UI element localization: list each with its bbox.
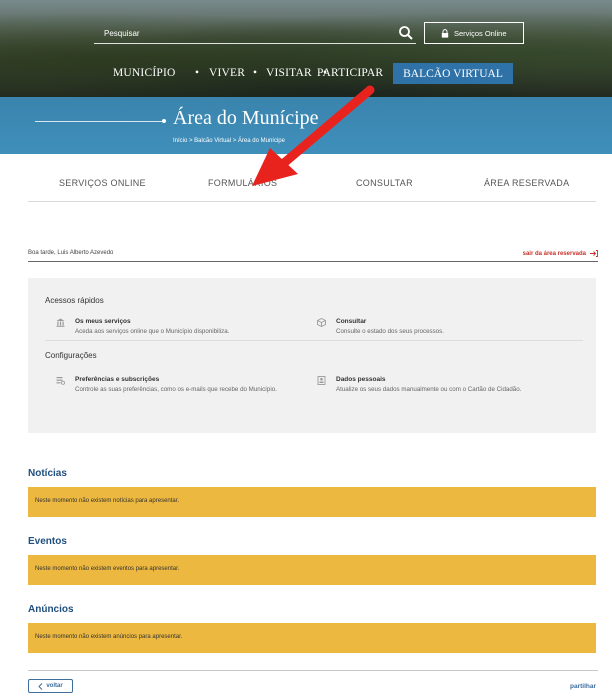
quick-link-desc: Consulte o estado dos seus processos. bbox=[336, 328, 445, 335]
quick-link-preferences[interactable]: Preferências e subscrições Controle as s… bbox=[56, 376, 291, 408]
user-bar: Boa tarde, Luis Alberto Azevedo sair da … bbox=[28, 246, 598, 262]
nav-separator: • bbox=[253, 67, 258, 79]
logout-link[interactable]: sair da área reservada bbox=[523, 250, 598, 257]
panel-divider bbox=[45, 340, 583, 341]
quick-link-title: Os meus serviços bbox=[75, 318, 131, 325]
main-nav: MUNICÍPIO • VIVER • VISITAR • PARTICIPAR… bbox=[0, 63, 612, 85]
settings-heading: Configurações bbox=[45, 351, 97, 360]
tab-servicos-online[interactable]: SERVIÇOS ONLINE bbox=[59, 178, 146, 188]
building-icon bbox=[56, 318, 65, 327]
chevron-left-icon bbox=[38, 682, 43, 690]
events-heading: Eventos bbox=[28, 536, 67, 547]
search-bar[interactable] bbox=[94, 24, 416, 44]
breadcrumb[interactable]: Início > Balcão Virtual > Área do Muníci… bbox=[173, 138, 285, 144]
quick-link-title: Consultar bbox=[336, 318, 367, 325]
share-link[interactable]: partilhar bbox=[570, 683, 596, 690]
tab-consultar[interactable]: CONSULTAR bbox=[356, 178, 413, 188]
ads-heading: Anúncios bbox=[28, 604, 74, 615]
nav-participar[interactable]: PARTICIPAR bbox=[317, 67, 383, 79]
nav-balcao-label: BALCÃO VIRTUAL bbox=[403, 67, 503, 80]
search-input[interactable] bbox=[94, 24, 384, 42]
back-label: voltar bbox=[46, 683, 63, 689]
quick-link-personal-data[interactable]: Dados pessoais Atualize os seus dados ma… bbox=[317, 376, 587, 398]
ads-empty-text: Neste momento não existem anúncios para … bbox=[35, 634, 183, 640]
quick-link-desc: Atualize os seus dados manualmente ou co… bbox=[336, 386, 522, 393]
online-services-label: Serviços Online bbox=[454, 28, 507, 38]
quick-link-title: Preferências e subscrições bbox=[75, 376, 160, 383]
banner-bullet bbox=[162, 119, 166, 123]
sub-tabs: SERVIÇOS ONLINE FORMULÁRIOS CONSULTAR ÁR… bbox=[28, 172, 596, 202]
nav-separator: • bbox=[195, 67, 200, 79]
news-empty-text: Neste momento não existem notícias para … bbox=[35, 498, 180, 504]
news-empty-notice: Neste momento não existem notícias para … bbox=[28, 487, 596, 517]
lock-icon bbox=[441, 28, 449, 38]
nav-viver[interactable]: VIVER bbox=[209, 67, 245, 79]
box-icon bbox=[317, 318, 326, 327]
footer-divider bbox=[28, 670, 598, 671]
account-panel: Acessos rápidos Os meus serviços Aceda a… bbox=[28, 278, 596, 433]
ads-empty-notice: Neste momento não existem anúncios para … bbox=[28, 623, 596, 653]
quick-link-consultar[interactable]: Consultar Consulte o estado dos seus pro… bbox=[317, 318, 577, 340]
tab-formularios[interactable]: FORMULÁRIOS bbox=[208, 178, 277, 188]
page-banner: Área do Munícipe Início > Balcão Virtual… bbox=[0, 97, 612, 154]
nav-visitar[interactable]: VISITAR bbox=[266, 67, 312, 79]
quick-link-desc: Controle as suas preferências, como os e… bbox=[75, 386, 277, 393]
hero-header: Serviços Online MUNICÍPIO • VIVER • VISI… bbox=[0, 0, 612, 97]
quick-link-my-services[interactable]: Os meus serviços Aceda aos serviços onli… bbox=[56, 318, 316, 340]
tab-area-reservada[interactable]: ÁREA RESERVADA bbox=[484, 178, 569, 188]
search-icon[interactable] bbox=[398, 25, 414, 41]
preferences-icon bbox=[56, 377, 65, 385]
banner-rule bbox=[35, 121, 163, 122]
quick-access-heading: Acessos rápidos bbox=[45, 296, 104, 305]
back-button[interactable]: voltar bbox=[28, 679, 73, 693]
news-heading: Notícias bbox=[28, 468, 67, 479]
user-greeting: Boa tarde, Luis Alberto Azevedo bbox=[28, 250, 114, 256]
page-title: Área do Munícipe bbox=[173, 107, 319, 129]
quick-link-title: Dados pessoais bbox=[336, 376, 386, 383]
logout-icon bbox=[590, 250, 598, 257]
nav-municipio[interactable]: MUNICÍPIO bbox=[113, 67, 176, 79]
logout-label: sair da área reservada bbox=[522, 250, 586, 257]
events-empty-notice: Neste momento não existem eventos para a… bbox=[28, 555, 596, 585]
nav-balcao-virtual[interactable]: BALCÃO VIRTUAL bbox=[393, 63, 513, 84]
events-empty-text: Neste momento não existem eventos para a… bbox=[35, 566, 180, 572]
online-services-button[interactable]: Serviços Online bbox=[424, 22, 524, 44]
quick-link-desc: Aceda aos serviços online que o Municípi… bbox=[75, 328, 230, 335]
id-card-icon bbox=[317, 376, 326, 385]
